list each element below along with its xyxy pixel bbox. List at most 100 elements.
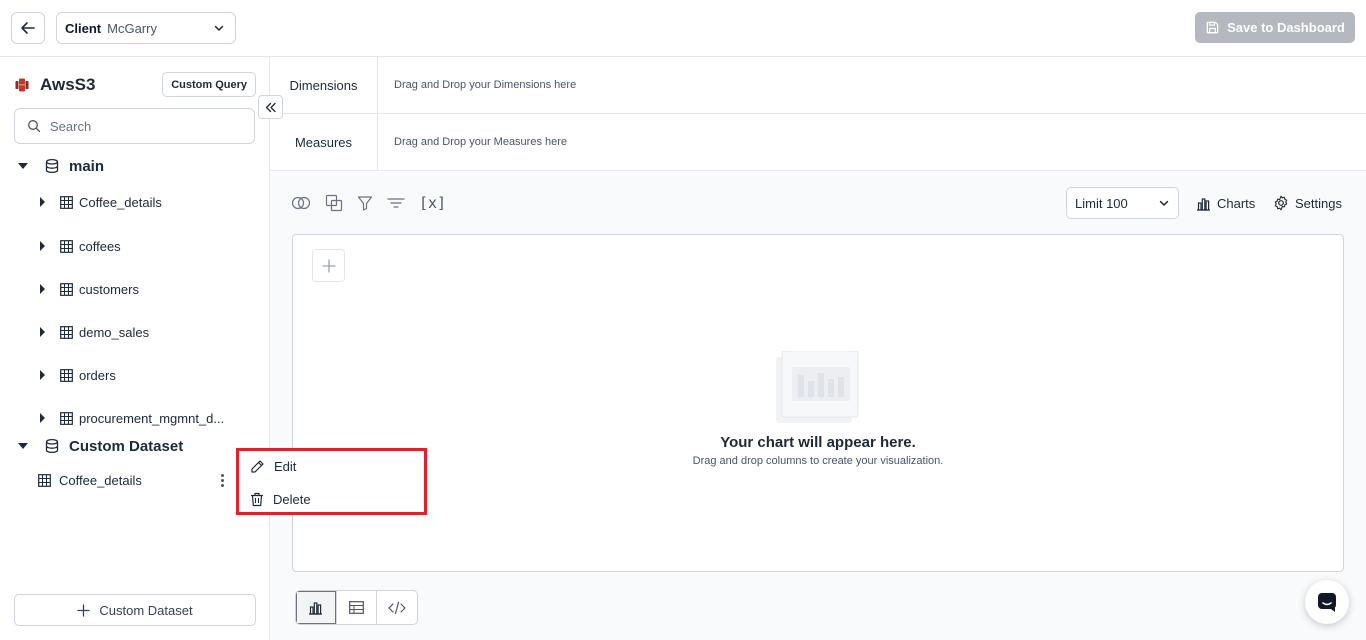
caret-down-icon [18,163,28,169]
add-custom-dataset-button[interactable]: Custom Dataset [14,594,256,626]
table-label: Coffee_details [79,194,162,210]
chart-view-button[interactable] [296,591,337,624]
measures-shelf: Measures Drag and Drop your Measures her… [270,114,1366,171]
delete-menu-item[interactable]: Delete [250,489,311,509]
database-custom-dataset[interactable]: Custom Dataset [18,435,183,457]
table-label: procurement_mgmnt_d... [79,410,225,426]
edit-menu-item[interactable]: Edit [250,456,296,476]
client-label: Client [65,20,102,36]
sort-icon[interactable] [387,196,405,210]
table-icon [60,239,73,253]
database-label: Custom Dataset [69,437,184,455]
table-icon [60,195,73,209]
chevrons-left-icon [265,102,276,112]
database-label: main [69,157,105,175]
aws-s3-icon [15,78,29,92]
dimensions-shelf: Dimensions Drag and Drop your Dimensions… [270,57,1366,114]
join-icon[interactable] [291,195,311,211]
search-icon [28,120,41,133]
source-name: AwsS3 [40,75,96,94]
chevron-down-icon [1159,200,1169,206]
table-item-orders[interactable]: orders [40,365,116,385]
charts-label: Charts [1217,195,1256,211]
caret-down-icon [18,443,28,449]
table-label: orders [79,367,116,383]
custom-dataset-label: Coffee_details [59,472,142,488]
gear-icon [1274,195,1288,211]
caret-right-icon [40,413,45,423]
source-header: AwsS3 Custom Query [14,72,256,98]
charts-button[interactable]: Charts [1196,193,1255,213]
custom-query-button[interactable]: Custom Query [162,72,256,97]
caret-right-icon [40,241,45,251]
more-options-icon[interactable] [216,469,228,491]
code-view-button[interactable] [377,591,417,624]
custom-dataset-item[interactable]: Coffee_details [38,470,142,490]
settings-button[interactable]: Settings [1273,193,1342,213]
dimensions-title: Dimensions [270,57,378,113]
save-button-label: Save to Dashboard [1227,20,1345,35]
chevron-down-icon [214,25,224,31]
client-value: McGarry [107,20,157,36]
collapse-sidebar-button[interactable] [258,95,283,119]
code-icon [388,601,406,614]
delete-label: Delete [273,491,311,507]
dataset-context-menu: Edit Delete [236,448,427,515]
table-item-procurement[interactable]: procurement_mgmnt_d... [40,408,224,428]
table-label: coffees [79,238,121,254]
table-icon [60,368,73,382]
client-select[interactable]: Client McGarry [56,12,236,44]
limit-value: 100 [1106,195,1128,211]
plus-icon [77,603,91,617]
top-bar: Client McGarry Save to Dashboard [0,0,1366,57]
caret-right-icon [40,327,45,337]
dimensions-dropzone[interactable]: Drag and Drop your Dimensions here [378,57,576,113]
table-icon [38,473,51,487]
database-main[interactable]: main [18,155,104,177]
arrow-left-icon [21,22,35,34]
query-toolbar: [x] [291,194,446,212]
add-chart-button[interactable] [312,249,345,282]
chat-support-button[interactable] [1305,580,1349,624]
table-item-customers[interactable]: customers [40,279,139,299]
save-icon [1206,21,1219,34]
sidebar: AwsS3 Custom Query Search main Coffee_de… [0,57,270,640]
caret-right-icon [40,284,45,294]
filter-icon[interactable] [357,195,373,211]
table-item-coffee-details[interactable]: Coffee_details [40,192,162,212]
add-custom-dataset-label: Custom Dataset [99,602,193,618]
database-icon [45,158,59,174]
plus-icon [321,258,336,273]
search-placeholder: Search [50,118,92,134]
table-icon [60,282,73,296]
measures-title: Measures [270,114,378,170]
caret-right-icon [40,370,45,380]
measures-dropzone[interactable]: Drag and Drop your Measures here [378,114,567,170]
bar-chart-icon [309,602,323,615]
table-icon [60,325,73,339]
table-label: demo_sales [79,324,150,340]
empty-state-subtitle: Drag and drop columns to create your vis… [692,455,944,467]
search-input[interactable]: Search [14,108,255,144]
empty-state-title: Your chart will appear here. [720,434,916,451]
table-label: customers [79,281,139,297]
table-view-button[interactable] [337,591,378,624]
trash-icon [251,492,263,506]
edit-label: Edit [274,458,297,474]
limit-select[interactable]: Limit 100 [1066,187,1179,219]
caret-right-icon [40,197,45,207]
table-item-demo-sales[interactable]: demo_sales [40,322,149,342]
back-button[interactable] [11,12,45,44]
limit-text: Limit 100 [1075,196,1128,211]
bar-chart-icon [1197,197,1210,211]
empty-chart-illustration [776,351,859,423]
settings-label: Settings [1295,195,1342,211]
union-icon[interactable] [325,194,343,212]
table-icon [349,601,364,614]
variables-icon[interactable]: [x] [419,194,446,212]
pencil-icon [251,459,264,473]
table-item-coffees[interactable]: coffees [40,236,121,256]
database-icon [45,438,59,454]
save-to-dashboard-button[interactable]: Save to Dashboard [1195,12,1355,43]
view-toggle [295,590,418,625]
